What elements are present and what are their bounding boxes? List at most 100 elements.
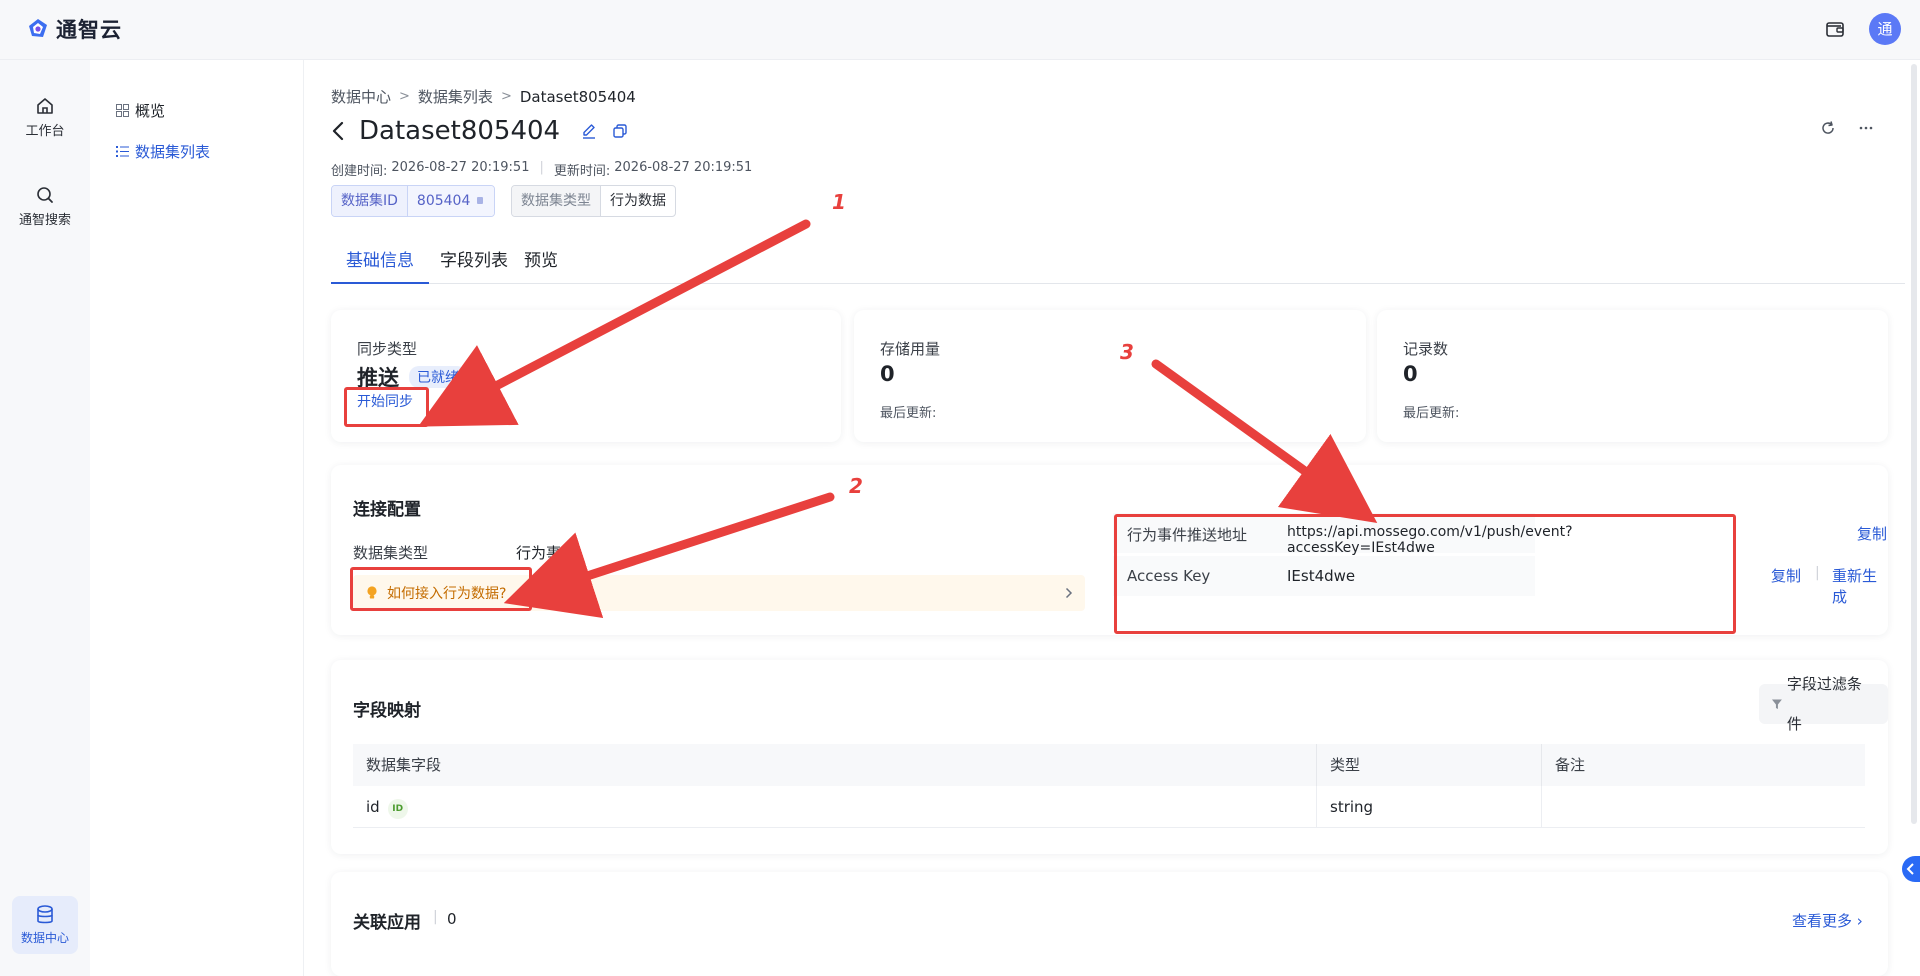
related-apps-card: 关联应用 | 0 查看更多 › [331,872,1888,976]
breadcrumb: 数据中心 > 数据集列表 > Dataset805404 [331,86,636,107]
related-apps-title: 关联应用 [353,913,421,933]
top-bar: 通智云 通 [0,0,1920,60]
field-mapping-card: 字段映射 字段过滤条件 数据集字段 类型 备注 id ID string [331,660,1888,854]
subnav-item-dataset-list[interactable]: 数据集列表 [116,141,210,162]
subnav-label-overview: 概览 [135,102,166,120]
refresh-icon[interactable] [1820,120,1836,136]
copy-push-url-button[interactable]: 复制 [1857,523,1887,544]
storage-label: 存储用量 [880,340,941,358]
rail-label-search: 通智搜索 [18,213,71,228]
column-header-note: 备注 [1541,744,1865,786]
records-label: 记录数 [1403,340,1449,358]
storage-card: 存储用量 0 最后更新: [854,310,1366,442]
back-arrow-icon[interactable] [331,120,345,142]
connection-type-value: 行为事件 [516,544,577,562]
home-icon [37,98,53,114]
dataset-type-value: 行为数据 [610,193,666,209]
divider: | [539,160,544,175]
annotation-number-2: 2 [849,474,863,498]
secondary-nav: 概览 数据集列表 [90,60,304,976]
dataset-type-key: 数据集类型 [512,186,601,216]
field-filter-label: 字段过滤条件 [1786,675,1862,733]
field-name: id [366,798,380,816]
rail-item-search[interactable]: 通智搜索 [0,185,90,228]
updated-value: 2026-08-27 20:19:51 [614,160,753,175]
search-icon [37,187,53,203]
app-logo[interactable]: 通智云 [26,14,122,44]
grid-icon [116,104,129,117]
related-apps-count: 0 [447,910,457,928]
page-title: Dataset805404 [359,116,561,146]
field-filter-button[interactable]: 字段过滤条件 [1759,675,1888,733]
dataset-id-tag: 数据集ID 805404 [331,185,495,217]
rail-label-data-center: 数据中心 [20,931,69,945]
app-name: 通智云 [56,18,122,42]
title-row: Dataset805404 [331,116,628,146]
rail-label-workbench: 工作台 [25,124,65,139]
copy-id-icon[interactable] [475,196,485,206]
subnav-item-overview[interactable]: 概览 [116,100,165,121]
records-value: 0 [1403,362,1418,386]
dataset-id-key: 数据集ID [332,186,408,216]
regenerate-key-button[interactable]: 重新生成 [1832,565,1888,607]
page-scrollbar[interactable] [1911,64,1917,824]
dataset-id-text: 805404 [416,193,471,209]
chevron-right-icon [1065,587,1073,599]
status-badge: 已就绪 [409,366,467,388]
records-card: 记录数 0 最后更新: [1377,310,1888,442]
updated-label: 更新时间: [553,164,611,179]
field-mapping-title: 字段映射 [353,701,421,721]
subnav-label-dataset-list: 数据集列表 [135,143,211,161]
dataset-timestamps: 创建时间: 2026-08-27 20:19:51 | 更新时间: 2026-0… [331,160,752,179]
records-updated: 最后更新: [1403,406,1460,421]
column-header-field: 数据集字段 [353,744,1316,786]
dataset-type-tag: 数据集类型 行为数据 [511,185,676,217]
list-icon [116,146,129,157]
sync-type-label: 同步类型 [357,340,418,358]
created-value: 2026-08-27 20:19:51 [391,160,530,175]
connection-type-label: 数据集类型 [353,544,429,562]
breadcrumb-separator: > [399,89,410,104]
view-more-link[interactable]: 查看更多 › [1792,910,1863,931]
storage-value: 0 [880,362,895,386]
breadcrumb-current: Dataset805404 [519,87,636,106]
annotation-number-3: 3 [1120,340,1134,364]
table-row-note-cell [1541,786,1865,828]
more-icon[interactable] [1858,120,1874,136]
table-row-field-cell: id ID [353,786,1316,828]
created-label: 创建时间: [331,164,388,179]
tab-preview[interactable]: 预览 [509,246,573,284]
rail-item-workbench[interactable]: 工作台 [0,96,90,139]
copy-access-key-button[interactable]: 复制 [1771,565,1801,586]
database-icon [37,905,53,924]
filter-icon [1771,699,1782,709]
breadcrumb-data-center[interactable]: 数据中心 [331,86,391,107]
wallet-icon[interactable] [1824,18,1846,40]
annotation-number-1: 1 [832,190,846,214]
breadcrumb-dataset-list[interactable]: 数据集列表 [418,86,493,107]
edit-icon[interactable] [580,122,598,140]
primary-key-badge: ID [387,799,408,819]
divider: | [433,909,438,925]
connection-config-title: 连接配置 [353,500,421,520]
column-header-type: 类型 [1316,744,1541,786]
chevron-right-icon: › [1856,912,1863,930]
annotation-box-connection-info [1114,514,1736,634]
copy-icon[interactable] [612,123,628,139]
annotation-box-start-sync [344,387,429,427]
storage-updated: 最后更新: [880,406,937,421]
tab-basic-info[interactable]: 基础信息 [331,246,429,284]
detail-tabs: 基础信息 字段列表 预览 [331,246,1905,284]
page-actions [1820,120,1874,136]
collapse-panel-tab[interactable] [1902,856,1920,882]
user-avatar[interactable]: 通 [1869,13,1901,45]
primary-nav-rail: 工作台 通智搜索 数据中心 [0,60,90,976]
table-row-type-cell: string [1316,786,1541,828]
chevron-left-icon [1906,863,1914,875]
annotation-box-access-guide [350,567,532,611]
view-more-label: 查看更多 [1792,912,1853,930]
breadcrumb-separator: > [500,89,512,104]
rail-item-data-center[interactable]: 数据中心 [12,896,78,954]
logo-icon [29,19,47,37]
dataset-id-value[interactable]: 805404 [407,186,494,216]
